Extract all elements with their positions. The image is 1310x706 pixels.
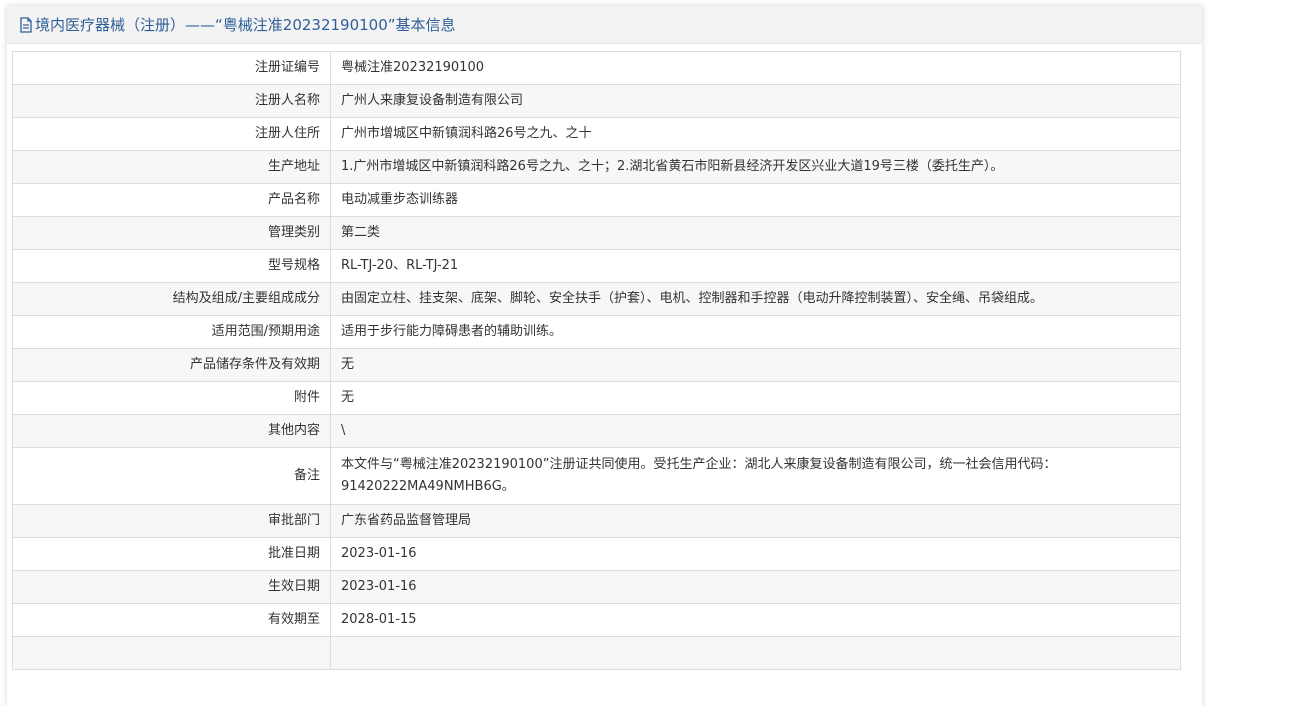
field-value: 无 bbox=[330, 381, 1181, 415]
field-value: 电动减重步态训练器 bbox=[330, 183, 1181, 217]
table-row: 附件无 bbox=[12, 381, 1181, 415]
table-row: 其他内容 \ bbox=[12, 414, 1181, 448]
table-row: 结构及组成/主要组成成分 由固定立柱、挂支架、底架、脚轮、安全扶手（护套）、电机、… bbox=[12, 282, 1181, 316]
field-value: 广州人来康复设备制造有限公司 bbox=[330, 84, 1181, 118]
field-label: 附件 bbox=[12, 381, 331, 415]
table-row: 管理类别 第二类 bbox=[12, 216, 1181, 250]
field-value: 本文件与“粤械注准20232190100”注册证共同使用。受托生产企业：湖北人来… bbox=[330, 447, 1181, 505]
field-label: 适用范围/预期用途 bbox=[12, 315, 331, 349]
field-label: 备注 bbox=[12, 447, 331, 505]
field-label: 生效日期 bbox=[12, 570, 331, 604]
document-icon bbox=[19, 16, 33, 33]
field-value: 广东省药品监督管理局 bbox=[330, 504, 1181, 538]
field-value: 粤械注准20232190100 bbox=[330, 51, 1181, 85]
table-row: 产品名称 电动减重步态训练器 bbox=[12, 183, 1181, 217]
table-row: 生产地址 1.广州市增城区中新镇润科路26号之九、之十；2.湖北省黄石市阳新县经济… bbox=[12, 150, 1181, 184]
field-label: 型号规格 bbox=[12, 249, 331, 283]
table-row: 备注 本文件与“粤械注准20232190100”注册证共同使用。受托生产企业：湖北… bbox=[12, 447, 1181, 505]
field-label: 管理类别 bbox=[12, 216, 331, 250]
field-value: 适用于步行能力障碍患者的辅助训练。 bbox=[330, 315, 1181, 349]
table-row: 注册人住所 广州市增城区中新镇润科路26号之九、之十 bbox=[12, 117, 1181, 151]
field-label: 产品名称 bbox=[12, 183, 331, 217]
field-value: 2028-01-15 bbox=[330, 603, 1181, 637]
field-value: 由固定立柱、挂支架、底架、脚轮、安全扶手（护套）、电机、控制器和手控器（电动升降… bbox=[330, 282, 1181, 316]
field-value: 第二类 bbox=[330, 216, 1181, 250]
info-table-wrapper: 注册证编号 粤械注准20232190100 注册人名称 广州人来康复设备制造有限公司注… bbox=[12, 51, 1181, 670]
panel-header: 境内医疗器械（注册）——“粤械注准20232190100”基本信息 bbox=[7, 6, 1202, 44]
field-label bbox=[12, 636, 331, 670]
field-label: 产品储存条件及有效期 bbox=[12, 348, 331, 382]
field-label: 其他内容 bbox=[12, 414, 331, 448]
field-value: RL-TJ-20、RL-TJ-21 bbox=[330, 249, 1181, 283]
field-value: 无 bbox=[330, 348, 1181, 382]
field-label: 注册证编号 bbox=[12, 51, 331, 85]
field-label: 批准日期 bbox=[12, 537, 331, 571]
field-value: 2023-01-16 bbox=[330, 570, 1181, 604]
field-label: 审批部门 bbox=[12, 504, 331, 538]
field-value: 广州市增城区中新镇润科路26号之九、之十 bbox=[330, 117, 1181, 151]
field-label: 生产地址 bbox=[12, 150, 331, 184]
table-row: 有效期至 2028-01-15 bbox=[12, 603, 1181, 637]
page-title: 境内医疗器械（注册）——“粤械注准20232190100”基本信息 bbox=[35, 16, 456, 34]
table-row: 适用范围/预期用途 适用于步行能力障碍患者的辅助训练。 bbox=[12, 315, 1181, 349]
table-row: 注册人名称 广州人来康复设备制造有限公司 bbox=[12, 84, 1181, 118]
field-label: 注册人名称 bbox=[12, 84, 331, 118]
field-value bbox=[330, 636, 1181, 670]
field-value: \ bbox=[330, 414, 1181, 448]
field-value: 1.广州市增城区中新镇润科路26号之九、之十；2.湖北省黄石市阳新县经济开发区兴… bbox=[330, 150, 1181, 184]
table-row: 批准日期 2023-01-16 bbox=[12, 537, 1181, 571]
info-table: 注册证编号 粤械注准20232190100 注册人名称 广州人来康复设备制造有限公司注… bbox=[12, 51, 1181, 670]
table-row: 产品储存条件及有效期无 bbox=[12, 348, 1181, 382]
field-label: 结构及组成/主要组成成分 bbox=[12, 282, 331, 316]
table-row: 生效日期 2023-01-16 bbox=[12, 570, 1181, 604]
table-row: 型号规格 RL-TJ-20、RL-TJ-21 bbox=[12, 249, 1181, 283]
table-row: 注册证编号 粤械注准20232190100 bbox=[12, 51, 1181, 85]
table-row: 审批部门 广东省药品监督管理局 bbox=[12, 504, 1181, 538]
table-row bbox=[12, 636, 1181, 670]
field-label: 注册人住所 bbox=[12, 117, 331, 151]
field-value: 2023-01-16 bbox=[330, 537, 1181, 571]
field-label: 有效期至 bbox=[12, 603, 331, 637]
